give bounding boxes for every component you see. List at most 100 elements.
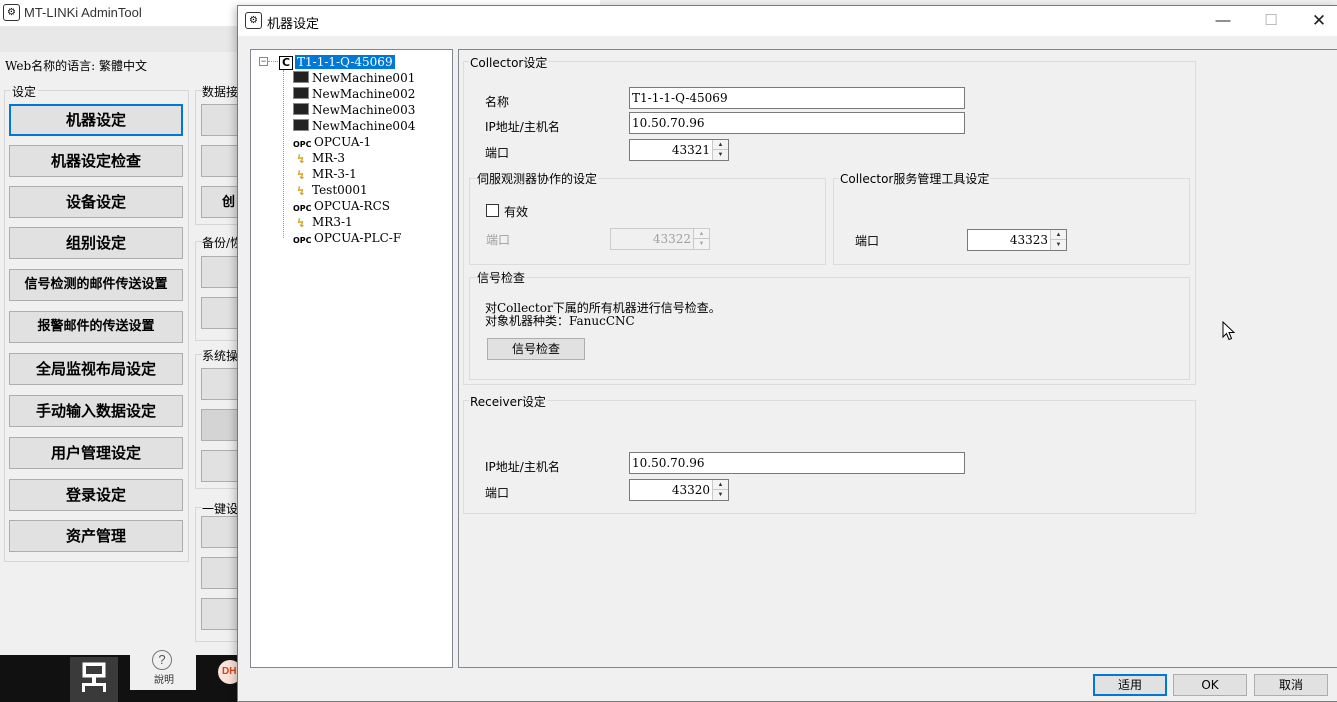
service-tool-group <box>833 178 1190 265</box>
tree-item-label: MR-3 <box>312 151 346 165</box>
signal-check-group-caption: 信号检查 <box>476 269 527 286</box>
data-group-caption: 数据接 <box>202 83 239 100</box>
oneclick-button-1[interactable] <box>201 516 241 548</box>
tree-item-label: MR3-1 <box>312 215 353 229</box>
data-button-1[interactable] <box>201 104 241 136</box>
servo-port-value: 43322 <box>652 232 691 246</box>
dialog-app-icon: ⚙ <box>245 12 262 29</box>
cnc-icon <box>293 103 309 115</box>
machine-settings-button[interactable]: 机器设定 <box>9 104 183 136</box>
data-button-2[interactable] <box>201 145 241 177</box>
tree-item[interactable]: NewMachine003 <box>293 102 415 118</box>
group-settings-button[interactable]: 组别设定 <box>9 227 183 259</box>
dialog-title: 机器设定 <box>267 17 320 32</box>
collector-port-label: 端口 <box>485 146 510 160</box>
tree-root-collector[interactable]: C T1-1-1-Q-45069 <box>279 54 395 70</box>
stepper-up-icon[interactable]: ▲ <box>694 229 709 239</box>
receiver-ip-label: IP地址/主机名 <box>485 460 560 474</box>
signal-check-button[interactable]: 信号检查 <box>487 338 585 360</box>
servo-port-label: 端口 <box>486 233 511 247</box>
opc-icon: OPC <box>293 236 312 245</box>
stepper-buttons: ▲ ▼ <box>1050 230 1066 250</box>
stepper-down-icon[interactable]: ▼ <box>713 150 728 160</box>
data-button-3[interactable]: 创 <box>201 186 241 218</box>
robot-icon: ↯ <box>295 168 307 182</box>
tree-item[interactable]: OPC OPCUA-PLC-F <box>293 230 401 246</box>
collector-name-input[interactable]: T1-1-1-Q-45069 <box>629 87 965 109</box>
tree-item-label: Test0001 <box>312 183 368 197</box>
tree-collapse-icon[interactable]: − <box>259 57 268 66</box>
robot-icon: ↯ <box>295 216 307 230</box>
oneclick-button-3[interactable] <box>201 598 241 630</box>
apply-button[interactable]: 适用 <box>1093 674 1167 696</box>
machine-settings-check-button[interactable]: 机器设定检查 <box>9 145 183 177</box>
equipment-settings-button[interactable]: 设备设定 <box>9 186 183 218</box>
backup-button-2[interactable] <box>201 297 241 329</box>
service-tool-port-stepper[interactable]: 43323 ▲ ▼ <box>967 229 1067 251</box>
tree-item-label: OPCUA-RCS <box>314 199 390 213</box>
stepper-up-icon[interactable]: ▲ <box>1051 230 1066 240</box>
collector-icon: C <box>279 56 293 70</box>
tree-item[interactable]: ↯ Test0001 <box>293 182 368 198</box>
cancel-button[interactable]: 取消 <box>1254 674 1328 696</box>
tree-item[interactable]: NewMachine002 <box>293 86 415 102</box>
tree-item[interactable]: ↯ MR3-1 <box>293 214 353 230</box>
system-button-3[interactable] <box>201 450 241 482</box>
user-management-button[interactable]: 用户管理设定 <box>9 437 183 469</box>
system-button-2[interactable] <box>201 409 241 441</box>
collector-port-stepper[interactable]: 43321 ▲ ▼ <box>629 139 729 161</box>
machine-tree[interactable]: − C T1-1-1-Q-45069 NewMachine001 NewMachi… <box>250 49 453 668</box>
stepper-down-icon[interactable]: ▼ <box>713 490 728 500</box>
tree-item[interactable]: NewMachine004 <box>293 118 415 134</box>
backup-button-1[interactable] <box>201 256 241 288</box>
manual-input-settings-button[interactable]: 手动输入数据设定 <box>9 395 183 427</box>
dialog-titlebar[interactable] <box>238 6 1337 36</box>
receiver-ip-input[interactable]: 10.50.70.96 <box>629 452 965 474</box>
tree-connector <box>268 61 278 62</box>
web-language-label: Web名称的语言: 繁體中文 <box>5 59 147 73</box>
robot-icon: ↯ <box>295 184 307 198</box>
stepper-up-icon[interactable]: ▲ <box>713 480 728 490</box>
collector-ip-label: IP地址/主机名 <box>485 120 560 134</box>
main-window-title: MT-LINKi AdminTool <box>24 5 142 20</box>
tree-item-label: NewMachine003 <box>312 103 416 117</box>
signal-mail-settings-button[interactable]: 信号检测的邮件传送设置 <box>9 269 183 301</box>
tree-connector <box>283 70 284 238</box>
ok-button[interactable]: OK <box>1173 674 1247 696</box>
maximize-icon[interactable]: ☐ <box>1248 6 1294 36</box>
receiver-port-label: 端口 <box>485 486 510 500</box>
stepper-down-icon[interactable]: ▼ <box>1051 240 1066 250</box>
tree-item[interactable]: ↯ MR-3 <box>293 150 345 166</box>
receiver-port-stepper[interactable]: 43320 ▲ ▼ <box>629 479 729 501</box>
tree-item[interactable]: OPC OPCUA-RCS <box>293 198 390 214</box>
servo-enabled-checkbox[interactable] <box>486 204 499 217</box>
tree-item-label: OPCUA-PLC-F <box>314 231 402 245</box>
alarm-mail-settings-button[interactable]: 报警邮件的传送设置 <box>9 311 183 343</box>
receiver-group-caption: Receiver设定 <box>469 393 547 410</box>
tree-item-label: NewMachine002 <box>312 87 416 101</box>
servo-port-stepper[interactable]: 43322 ▲ ▼ <box>610 228 710 250</box>
system-button-1[interactable] <box>201 368 241 400</box>
oneclick-button-2[interactable] <box>201 557 241 589</box>
tree-root-label: T1-1-1-Q-45069 <box>295 55 395 69</box>
help-label: 說明 <box>154 675 174 686</box>
network-computer-icon <box>82 662 106 692</box>
servo-group <box>469 178 826 265</box>
global-monitor-layout-button[interactable]: 全局监视布局设定 <box>9 353 183 385</box>
minimize-icon[interactable]: — <box>1200 6 1246 36</box>
tree-item[interactable]: OPC OPCUA-1 <box>293 134 371 150</box>
tree-item-label: MR-3-1 <box>312 167 357 181</box>
login-settings-button[interactable]: 登录设定 <box>9 479 183 511</box>
asset-management-button[interactable]: 资产管理 <box>9 520 183 552</box>
tree-item[interactable]: NewMachine001 <box>293 70 415 86</box>
close-icon[interactable]: ✕ <box>1296 6 1337 36</box>
tree-item-label: NewMachine004 <box>312 119 416 133</box>
help-icon[interactable]: ? <box>152 650 172 670</box>
stepper-up-icon[interactable]: ▲ <box>713 140 728 150</box>
cnc-icon <box>293 87 309 99</box>
collector-name-label: 名称 <box>485 95 510 109</box>
tree-item-label: OPCUA-1 <box>314 135 372 149</box>
tree-item[interactable]: ↯ MR-3-1 <box>293 166 357 182</box>
stepper-down-icon[interactable]: ▼ <box>694 239 709 249</box>
collector-ip-input[interactable]: 10.50.70.96 <box>629 112 965 134</box>
